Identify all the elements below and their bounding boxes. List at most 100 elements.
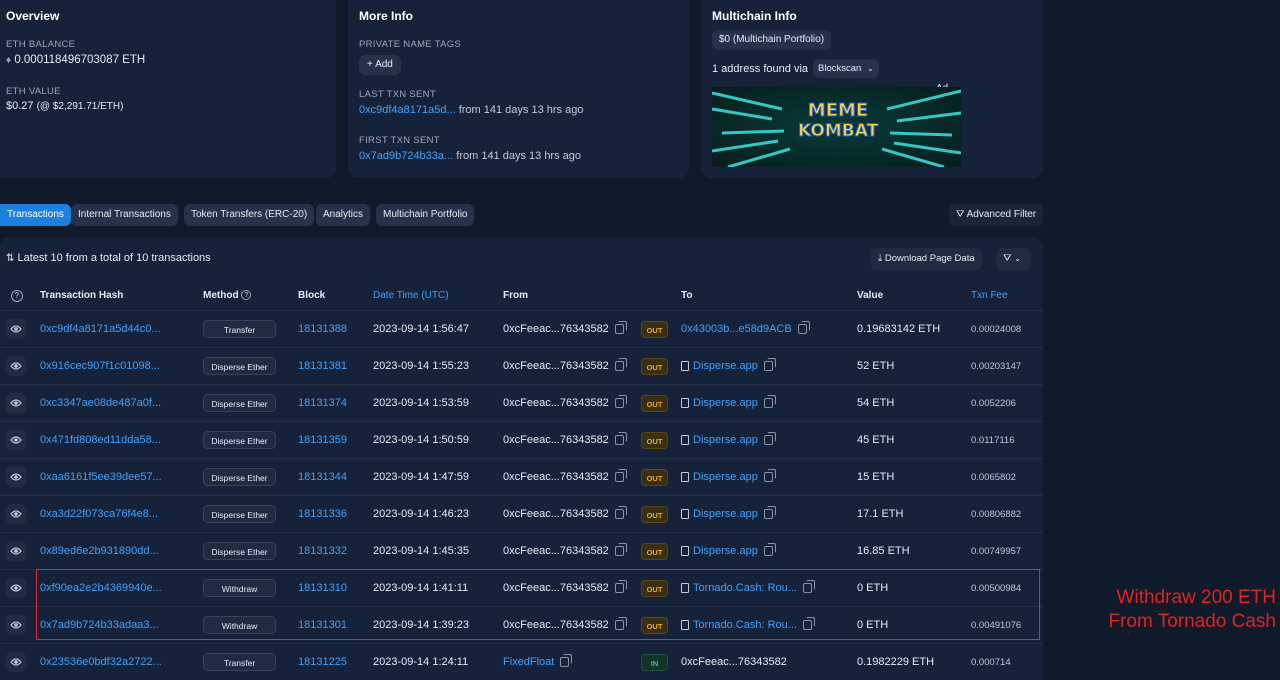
block-link[interactable]: 18131336	[298, 496, 347, 533]
to-address[interactable]: Disperse.app	[693, 471, 758, 483]
to-address[interactable]: Disperse.app	[693, 397, 758, 409]
copy-icon[interactable]	[763, 506, 776, 520]
eth-diamond-icon: ♦	[6, 55, 12, 66]
copy-icon[interactable]	[797, 321, 810, 335]
block-link[interactable]: 18131301	[298, 607, 347, 644]
last-txn-hash-link[interactable]: 0xc9df4a8171a5d...	[359, 104, 456, 116]
txn-hash-link[interactable]: 0xc3347ae08de487a0f...	[40, 385, 161, 422]
copy-icon[interactable]	[763, 469, 776, 483]
copy-icon[interactable]	[614, 543, 627, 557]
txn-hash-link[interactable]: 0x89ed6e2b931890dd...	[40, 533, 159, 570]
filter-dropdown-button[interactable]: ⛛ ⌄	[996, 248, 1031, 270]
to-address[interactable]: Disperse.app	[693, 508, 758, 520]
to-address[interactable]: Disperse.app	[693, 434, 758, 446]
multichain-portfolio-pill[interactable]: $0 (Multichain Portfolio)	[712, 30, 832, 50]
to-cell: 0xcFeeac...76343582	[681, 644, 787, 680]
first-txn-hash-link[interactable]: 0x7ad9b724b33a...	[359, 150, 453, 162]
chevron-down-icon: ⌄	[866, 64, 874, 73]
from-cell: FixedFloat	[503, 644, 573, 680]
tab-token-transfers[interactable]: Token Transfers (ERC-20)	[184, 204, 315, 226]
copy-icon[interactable]	[614, 617, 627, 631]
view-details-button[interactable]	[6, 393, 26, 413]
plus-icon: +	[367, 59, 373, 70]
blockscan-dropdown[interactable]: Blockscan ⌄	[813, 59, 879, 78]
to-cell: Disperse.app	[681, 385, 776, 422]
view-details-button[interactable]	[6, 319, 26, 339]
txn-hash-link[interactable]: 0x471fd808ed11dda58...	[40, 422, 161, 459]
view-details-button[interactable]	[6, 467, 26, 487]
date-time-cell: 2023-09-14 1:56:47	[373, 323, 470, 335]
copy-icon[interactable]	[802, 617, 815, 631]
info-icon[interactable]: ?	[241, 290, 252, 301]
add-tag-button[interactable]: + Add	[359, 55, 401, 75]
ad-banner[interactable]: MEME KOMBAT	[712, 87, 961, 167]
txn-hash-link[interactable]: 0xa3d22f073ca76f4e8...	[40, 496, 158, 533]
eye-icon	[10, 473, 22, 481]
to-address[interactable]: Disperse.app	[693, 545, 758, 557]
method-badge: Withdraw	[203, 579, 276, 597]
view-details-button[interactable]	[6, 356, 26, 376]
copy-icon[interactable]	[614, 432, 627, 446]
direction-badge: OUT	[641, 358, 668, 375]
date-time-cell: 2023-09-14 1:39:23	[373, 619, 470, 631]
copy-icon[interactable]	[763, 543, 776, 557]
view-details-button[interactable]	[6, 541, 26, 561]
block-link[interactable]: 18131310	[298, 570, 347, 607]
copy-icon[interactable]	[614, 358, 627, 372]
view-details-button[interactable]	[6, 578, 26, 598]
from-cell: 0xcFeeac...76343582	[503, 348, 627, 385]
block-link[interactable]: 18131388	[298, 311, 347, 348]
tab-transactions[interactable]: Transactions	[0, 204, 71, 226]
header-date-time[interactable]: Date Time (UTC)	[373, 290, 449, 301]
txn-hash-link[interactable]: 0xaa6161f5ee39dee57...	[40, 459, 162, 496]
view-details-button[interactable]	[6, 430, 26, 450]
view-details-button[interactable]	[6, 615, 26, 635]
header-txn-fee[interactable]: Txn Fee	[971, 290, 1008, 301]
header-help-icon[interactable]: ?	[11, 290, 23, 302]
from-address: 0xcFeeac...76343582	[503, 434, 609, 446]
download-icon: ⤓	[878, 253, 883, 264]
view-details-button[interactable]	[6, 504, 26, 524]
block-link[interactable]: 18131332	[298, 533, 347, 570]
copy-icon[interactable]	[560, 654, 573, 668]
copy-icon[interactable]	[763, 432, 776, 446]
copy-icon[interactable]	[763, 395, 776, 409]
filter-icon: ⛛	[956, 209, 965, 220]
tab-analytics[interactable]: Analytics	[316, 204, 371, 226]
date-time-cell: 2023-09-14 1:47:59	[373, 471, 470, 483]
txn-hash-link[interactable]: 0x23536e0bdf32a2722...	[40, 644, 162, 680]
to-address[interactable]: Tornado.Cash: Rou...	[693, 582, 797, 594]
copy-icon[interactable]	[614, 469, 627, 483]
table-row: 0x471fd808ed11dda58... Disperse Ether 1813…	[0, 421, 1043, 458]
address-found-text: 1 address found via	[712, 63, 809, 75]
txn-hash-link[interactable]: 0xf90ea2e2b4369940e...	[40, 570, 162, 607]
more-info-card: More Info PRIVATE NAME TAGS + Add LAST T…	[348, 0, 689, 178]
txn-hash-link[interactable]: 0xc9df4a8171a5d44c0...	[40, 311, 161, 348]
txn-hash-link[interactable]: 0x7ad9b724b33adaa3...	[40, 607, 159, 644]
view-details-button[interactable]	[6, 652, 26, 672]
block-link[interactable]: 18131374	[298, 385, 347, 422]
method-badge: Disperse Ether	[203, 357, 276, 375]
block-link[interactable]: 18131359	[298, 422, 347, 459]
block-link[interactable]: 18131381	[298, 348, 347, 385]
to-address[interactable]: 0x43003b...e58d9ACB	[681, 323, 792, 335]
copy-icon[interactable]	[763, 358, 776, 372]
block-link[interactable]: 18131225	[298, 644, 347, 680]
block-link[interactable]: 18131344	[298, 459, 347, 496]
copy-icon[interactable]	[614, 506, 627, 520]
txn-fee-cell: 0.00024008	[971, 324, 1022, 335]
copy-icon[interactable]	[614, 395, 627, 409]
tab-multichain-portfolio[interactable]: Multichain Portfolio	[376, 204, 475, 226]
tab-internal-transactions[interactable]: Internal Transactions	[71, 204, 178, 226]
advanced-filter-button[interactable]: ⛛ Advanced Filter	[949, 204, 1044, 226]
to-address[interactable]: Disperse.app	[693, 360, 758, 372]
copy-icon[interactable]	[614, 321, 627, 335]
from-address[interactable]: FixedFloat	[503, 656, 554, 668]
to-address[interactable]: Tornado.Cash: Rou...	[693, 619, 797, 631]
copy-icon[interactable]	[614, 580, 627, 594]
txn-hash-link[interactable]: 0x916cec907f1c01098...	[40, 348, 160, 385]
download-page-data-button[interactable]: ⤓ Download Page Data	[871, 248, 982, 270]
eth-balance-value: ♦ 0.000118496703087 ETH	[6, 54, 146, 66]
copy-icon[interactable]	[802, 580, 815, 594]
value-cell: 0.19683142 ETH	[857, 323, 941, 335]
